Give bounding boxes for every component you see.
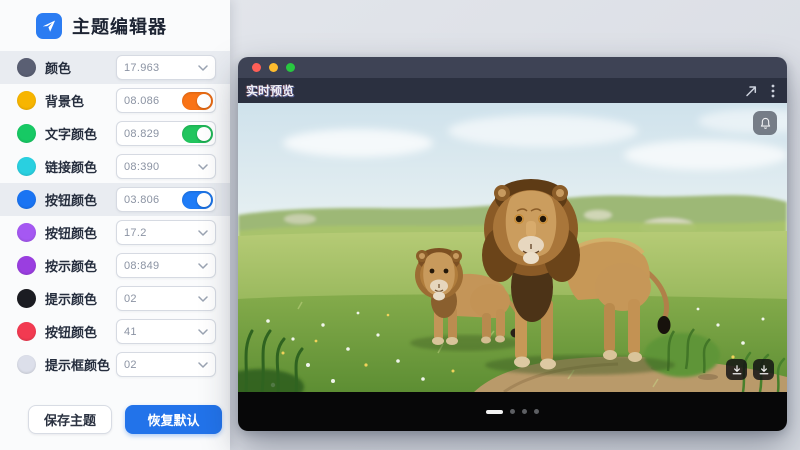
chevron-down-icon[interactable]: [198, 295, 208, 302]
field-value: 08:390: [124, 160, 160, 173]
toggle-switch[interactable]: [182, 91, 213, 110]
chevron-down-icon[interactable]: [198, 361, 208, 368]
preview-title: 实时预览: [246, 84, 295, 98]
lions-meadow-illustration: [238, 103, 787, 392]
color-row: 按钮颜色 17.2: [0, 216, 230, 249]
save-theme-button[interactable]: 保存主题: [28, 405, 112, 434]
pagination-dot[interactable]: [534, 409, 539, 414]
preview-window: 实时预览: [238, 57, 787, 431]
color-swatch[interactable]: [17, 355, 36, 374]
toggle-switch[interactable]: [182, 190, 213, 209]
color-row: 背景色 08.086: [0, 84, 230, 117]
value-field[interactable]: 03.806: [116, 187, 216, 212]
row-label: 背景色: [45, 94, 85, 109]
color-row: 文字颜色 08.829: [0, 117, 230, 150]
paper-plane-icon: [36, 13, 62, 39]
color-swatch[interactable]: [17, 157, 36, 176]
header-icons: [744, 84, 775, 98]
field-value: 08.086: [124, 94, 160, 107]
value-field[interactable]: 02: [116, 286, 216, 311]
color-row: 按钮颜色 41: [0, 315, 230, 348]
download-icon[interactable]: [753, 359, 774, 380]
share-arrow-icon[interactable]: [744, 84, 758, 98]
restore-default-button[interactable]: 恢复默认: [125, 405, 222, 434]
pagination-dot[interactable]: [522, 409, 527, 414]
value-field[interactable]: 08.086: [116, 88, 216, 113]
value-field[interactable]: 08:849: [116, 253, 216, 278]
value-field[interactable]: 17.963: [116, 55, 216, 80]
color-row: 提示颜色 02: [0, 282, 230, 315]
color-swatch[interactable]: [17, 223, 36, 242]
toggle-switch[interactable]: [182, 124, 213, 143]
color-row: 按钮颜色 03.806: [0, 183, 230, 216]
field-value: 02: [124, 358, 137, 371]
row-label: 文字颜色: [45, 127, 98, 142]
close-traffic-light[interactable]: [252, 63, 261, 72]
color-swatch[interactable]: [17, 58, 36, 77]
zoom-traffic-light[interactable]: [286, 63, 295, 72]
color-row: 链接颜色 08:390: [0, 150, 230, 183]
row-label: 提示颜色: [45, 292, 98, 307]
field-value: 02: [124, 292, 137, 305]
row-label: 按示颜色: [45, 259, 98, 274]
color-swatch[interactable]: [17, 256, 36, 275]
field-value: 08:849: [124, 259, 160, 272]
color-row: 按示颜色 08:849: [0, 249, 230, 282]
pagination-active-pill[interactable]: [486, 409, 503, 414]
row-label: 提示框颜色: [45, 358, 111, 373]
color-row: 颜色 17.963: [0, 51, 230, 84]
field-value: 17.963: [124, 61, 160, 74]
download-icon[interactable]: [726, 359, 747, 380]
color-row: 提示框颜色 02: [0, 348, 230, 381]
color-swatch[interactable]: [17, 91, 36, 110]
chevron-down-icon[interactable]: [198, 163, 208, 170]
field-value: 08.829: [124, 127, 160, 140]
color-swatch[interactable]: [17, 322, 36, 341]
carousel-pagination: [238, 392, 787, 431]
page-title: 主题编辑器: [72, 17, 167, 37]
value-field[interactable]: 02: [116, 352, 216, 377]
value-field[interactable]: 17.2: [116, 220, 216, 245]
color-swatch[interactable]: [17, 124, 36, 143]
value-field[interactable]: 08:390: [116, 154, 216, 179]
kebab-menu-icon[interactable]: [771, 84, 775, 98]
row-label: 按钮颜色: [45, 193, 98, 208]
preview-header: 实时预览: [238, 78, 787, 103]
color-swatch[interactable]: [17, 289, 36, 308]
bell-icon[interactable]: [753, 111, 777, 135]
window-titlebar: [238, 57, 787, 78]
chevron-down-icon[interactable]: [198, 262, 208, 269]
panel-actions: 保存主题 恢复默认: [0, 405, 230, 434]
field-value: 03.806: [124, 193, 160, 206]
color-swatch[interactable]: [17, 190, 36, 209]
field-value: 41: [124, 325, 137, 338]
app-brand: 主题编辑器: [0, 0, 230, 47]
chevron-down-icon[interactable]: [198, 229, 208, 236]
row-label: 链接颜色: [45, 160, 98, 175]
value-field[interactable]: 08.829: [116, 121, 216, 146]
preview-image: [238, 103, 787, 392]
pagination-dot[interactable]: [510, 409, 515, 414]
field-value: 17.2: [124, 226, 147, 239]
value-field[interactable]: 41: [116, 319, 216, 344]
chevron-down-icon[interactable]: [198, 328, 208, 335]
row-label: 按钮颜色: [45, 325, 98, 340]
theme-editor-panel: 主题编辑器 颜色 17.963 背景色 08.086 文字颜色 08.829 链接颜色 08:…: [0, 0, 230, 450]
minimize-traffic-light[interactable]: [269, 63, 278, 72]
color-row-list: 颜色 17.963 背景色 08.086 文字颜色 08.829 链接颜色 08:390 按钮颜…: [0, 51, 230, 381]
chevron-down-icon[interactable]: [198, 64, 208, 71]
row-label: 颜色: [45, 61, 72, 76]
row-label: 按钮颜色: [45, 226, 98, 241]
screen: 主题编辑器 颜色 17.963 背景色 08.086 文字颜色 08.829 链接颜色 08:…: [0, 0, 800, 450]
